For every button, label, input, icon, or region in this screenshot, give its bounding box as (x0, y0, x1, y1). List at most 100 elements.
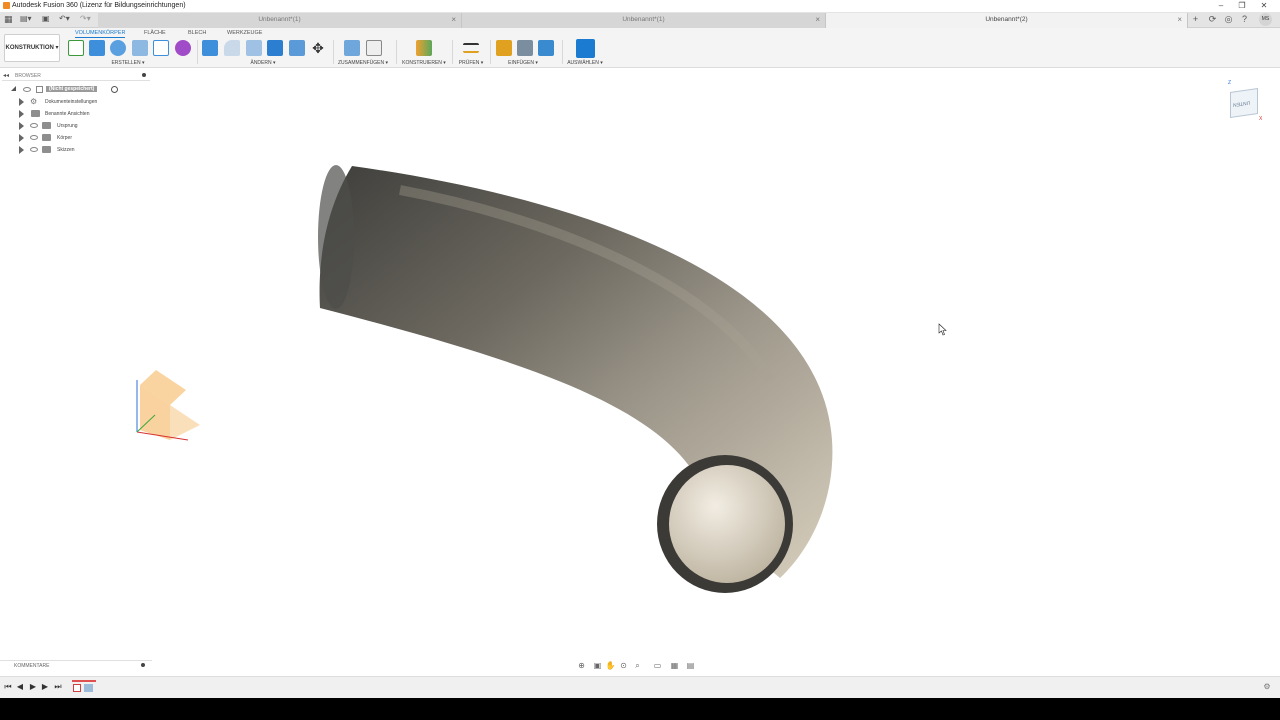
browser-root[interactable]: (Nicht gespeichert) (0, 85, 152, 95)
browser-item-document-settings[interactable]: ⚙ Dokumenteinstellungen (0, 97, 152, 107)
new-tab-icon[interactable]: + (1190, 14, 1201, 25)
tab-werkzeuge[interactable]: WERKZEUGE (227, 30, 262, 36)
notifications-icon[interactable]: ◎ (1223, 14, 1234, 25)
timeline-feature-sketch[interactable] (72, 680, 96, 694)
browser-item-origin[interactable]: Ursprung (0, 121, 152, 131)
folder-icon (42, 134, 51, 141)
pan-icon[interactable]: ✋ (605, 661, 616, 671)
extrude-icon[interactable] (89, 40, 105, 56)
joint-icon[interactable] (366, 40, 382, 56)
group-inspect[interactable]: PRÜFEN ▾ (456, 60, 486, 66)
move-icon[interactable]: ✥ (310, 40, 326, 56)
next-icon[interactable]: ▶ (40, 682, 50, 692)
minimize-icon[interactable]: – (1216, 1, 1226, 11)
shell-icon[interactable] (246, 40, 262, 56)
display-settings-icon[interactable]: ▭ (652, 661, 663, 671)
create-sketch-icon[interactable] (68, 40, 84, 56)
group-assemble[interactable]: ZUSAMMENFÜGEN ▾ (334, 60, 392, 66)
close-icon[interactable]: ✕ (1259, 1, 1269, 11)
group-select[interactable]: AUSWÄHLEN ▾ (562, 60, 608, 66)
redo-icon[interactable]: ↷▾ (80, 14, 91, 23)
doc-tab-label: Unbenannt*(2) (985, 16, 1028, 23)
close-tab-icon[interactable]: × (1177, 15, 1182, 24)
close-tab-icon[interactable]: × (451, 15, 456, 24)
offset-plane-icon[interactable] (416, 40, 432, 56)
settings-gear-icon[interactable]: ⚙ (1262, 682, 1272, 692)
group-construct[interactable]: KONSTRUIEREN ▾ (398, 60, 450, 66)
prev-icon[interactable]: ◀ (15, 682, 25, 692)
new-component-icon[interactable] (344, 40, 360, 56)
group-modify[interactable]: ÄNDERN ▾ (240, 60, 286, 66)
doc-tab-1[interactable]: Unbenannt*(1) × (98, 13, 462, 28)
expand-icon[interactable] (19, 110, 24, 118)
window-title: Autodesk Fusion 360 (Lizenz für Bildungs… (12, 2, 186, 9)
insert-derive-icon[interactable] (496, 40, 512, 56)
form-icon[interactable] (175, 40, 191, 56)
activate-icon[interactable] (111, 86, 118, 93)
look-at-icon[interactable]: ▣ (592, 661, 603, 671)
pin-icon[interactable] (141, 663, 145, 667)
visibility-icon[interactable] (23, 87, 31, 92)
file-menu-icon[interactable]: ▤▾ (20, 14, 32, 23)
doc-tab-2[interactable]: Unbenannt*(1) × (462, 13, 826, 28)
viewports-icon[interactable]: ▤ (685, 661, 696, 671)
expand-icon[interactable] (19, 98, 24, 106)
app-grid-icon[interactable]: ▦ (4, 14, 13, 25)
insert-canvas-icon[interactable] (538, 40, 554, 56)
expand-icon[interactable] (19, 146, 24, 154)
group-insert[interactable]: EINFÜGEN ▾ (504, 60, 542, 66)
split-body-icon[interactable] (289, 40, 305, 56)
browser-item-named-views[interactable]: Benannte Ansichten (0, 109, 152, 119)
avatar[interactable]: MS (1259, 13, 1272, 26)
close-tab-icon[interactable]: × (815, 15, 820, 24)
fillet-icon[interactable] (224, 40, 240, 56)
collapse-panel-icon[interactable]: ◂◂ (3, 72, 9, 79)
first-icon[interactable]: ⏮ (3, 682, 13, 692)
pin-icon[interactable] (142, 73, 146, 77)
help-icon[interactable]: ? (1239, 14, 1250, 25)
visibility-icon[interactable] (30, 147, 38, 152)
workspace-switcher[interactable]: KONSTRUKTION ▾ (4, 34, 60, 62)
orbit-icon[interactable]: ⊕ (576, 661, 587, 671)
undo-icon[interactable]: ↶▾ (59, 14, 70, 23)
expand-icon[interactable] (19, 134, 24, 142)
revolve-icon[interactable] (110, 40, 126, 56)
save-icon[interactable]: ▣ (42, 14, 50, 23)
canvas-viewport[interactable]: UNTEN Z X (0, 68, 1280, 672)
pipe-opening[interactable] (657, 455, 793, 593)
view-cube-face[interactable]: UNTEN (1230, 88, 1258, 118)
measure-icon[interactable] (463, 43, 479, 53)
last-icon[interactable]: ⏭ (53, 682, 63, 692)
tab-blech[interactable]: BLECH (188, 30, 206, 36)
insert-mesh-icon[interactable] (517, 40, 533, 56)
job-status-icon[interactable]: ⟳ (1207, 14, 1218, 25)
view-cube[interactable]: UNTEN Z X (1228, 80, 1264, 122)
doc-tab-3[interactable]: Unbenannt*(2) × (826, 13, 1188, 28)
comments-panel[interactable]: KOMMENTARE (0, 660, 152, 670)
group-create[interactable]: ERSTELLEN ▾ (100, 60, 156, 66)
folder-icon (31, 110, 40, 117)
restore-icon[interactable]: ❐ (1237, 1, 1247, 11)
visibility-icon[interactable] (30, 123, 38, 128)
sweep-icon[interactable] (132, 40, 148, 56)
visibility-icon[interactable] (30, 135, 38, 140)
grid-settings-icon[interactable]: ▦ (669, 661, 680, 671)
fit-icon[interactable]: ⌕ (632, 661, 643, 671)
doc-tab-label: Unbenannt*(1) (622, 16, 665, 23)
browser-item-bodies[interactable]: Körper (0, 133, 152, 143)
tab-flache[interactable]: FLÄCHE (144, 30, 166, 36)
combine-icon[interactable] (267, 40, 283, 56)
expand-icon[interactable] (11, 86, 16, 91)
expand-icon[interactable] (19, 122, 24, 130)
3d-scene[interactable] (0, 68, 1280, 672)
pattern-icon[interactable] (153, 40, 169, 56)
zoom-window-icon[interactable]: ⊙ (618, 661, 629, 671)
browser-item-sketches[interactable]: Skizzen (0, 145, 152, 155)
browser-panel: ◂◂ BROWSER (Nicht gespeichert) ⚙ Dokumen… (0, 72, 152, 162)
press-pull-icon[interactable] (202, 40, 218, 56)
origin-planes[interactable] (136, 370, 200, 441)
sketch-icon (73, 684, 81, 692)
play-icon[interactable]: ▶ (28, 682, 38, 692)
tab-volumenkorper[interactable]: VOLUMENKÖRPER (75, 30, 126, 38)
select-icon[interactable] (576, 39, 595, 58)
